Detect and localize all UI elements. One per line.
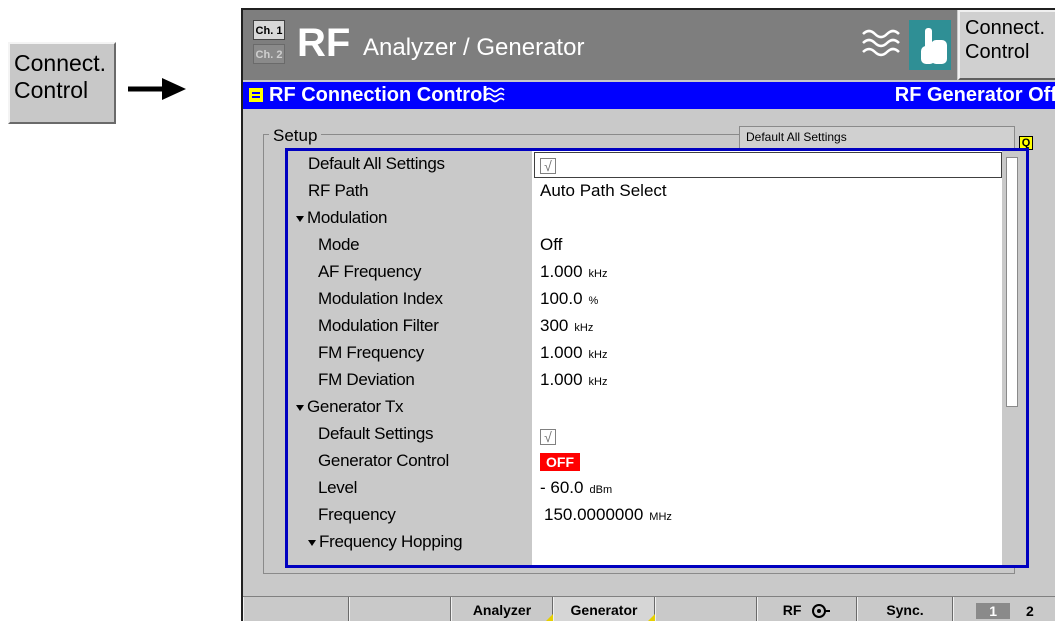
- expand-triangle-icon: [296, 404, 304, 411]
- generator-control-value[interactable]: OFF: [540, 452, 580, 472]
- focus-cursor: [534, 152, 1002, 178]
- modulation-filter-value[interactable]: 300 kHz: [540, 316, 593, 336]
- value-unit: kHz: [588, 268, 608, 280]
- connect-control-softkey[interactable]: Connect. Control: [958, 10, 1055, 80]
- right-arrow-icon: [128, 78, 186, 100]
- tab-label: Sync.: [886, 602, 924, 618]
- tab-label: RF: [782, 602, 802, 618]
- rf-tab[interactable]: RF: [757, 597, 857, 621]
- row-label-default-all-settings: Default All Settings: [308, 154, 445, 173]
- row-label-af-frequency: AF Frequency: [318, 262, 422, 281]
- fm-frequency-value[interactable]: 1.000 kHz: [540, 343, 608, 363]
- row-label-rf-path: RF Path: [308, 181, 369, 200]
- softkey-label-line1: Connect.: [965, 17, 1046, 39]
- rf-path-value[interactable]: Auto Path Select: [540, 181, 667, 201]
- bottom-softkey-bar: Analyzer Generator RF Sync. 1 2: [243, 596, 1055, 621]
- section-label: Generator Tx: [307, 397, 404, 416]
- softkey-blank-1[interactable]: [243, 597, 349, 621]
- value-column: √ Auto Path Select Off 1.000 kHz 100.0% 3…: [532, 151, 1002, 565]
- analyzer-tab[interactable]: Analyzer: [451, 597, 553, 621]
- value-unit: kHz: [588, 349, 608, 361]
- frequency-value[interactable]: 150.0000000 MHz: [544, 505, 672, 525]
- softkey-label-line2: Control: [14, 77, 89, 103]
- channel-2-button[interactable]: Ch. 2: [253, 44, 285, 64]
- instrument-screen: Ch. 1 Ch. 2 RF Analyzer / Generator Conn…: [241, 8, 1055, 621]
- tab-label: Analyzer: [472, 602, 532, 618]
- value-number: 1.000: [540, 343, 583, 362]
- value-unit: %: [588, 295, 599, 307]
- row-label-modulation[interactable]: Modulation: [296, 208, 387, 228]
- vertical-scrollbar[interactable]: [1002, 151, 1026, 565]
- rf-wave-icon: [862, 29, 900, 57]
- expand-triangle-icon: [308, 539, 316, 546]
- page-2-indicator[interactable]: 2: [1026, 598, 1034, 621]
- modulation-index-value[interactable]: 100.0%: [540, 289, 598, 309]
- active-corner-marker: [645, 614, 655, 621]
- softkey-label-line2: Control: [965, 41, 1030, 63]
- panel-title-bar: RF Connection Control RF Generator Off: [243, 82, 1055, 109]
- connect-control-softkey-left[interactable]: Connect. Control: [8, 42, 116, 124]
- tab-label: Generator: [570, 602, 638, 618]
- generator-tab[interactable]: Generator: [553, 597, 655, 621]
- settings-table: Default All Settings RF Path Modulation …: [285, 148, 1029, 568]
- softkey-label-line1: Connect.: [14, 50, 107, 76]
- setup-group-label: Setup: [269, 126, 322, 146]
- rf-wave-small-icon: [485, 87, 505, 103]
- value-number: 1.000: [540, 262, 583, 281]
- generator-status: RF Generator Off: [894, 84, 1055, 106]
- softkey-blank-3[interactable]: [655, 597, 757, 621]
- value-number: 1.000: [540, 370, 583, 389]
- page-selector[interactable]: 1 2: [953, 597, 1055, 621]
- rf-connector-icon: [812, 604, 831, 619]
- off-badge: OFF: [540, 453, 580, 471]
- level-value[interactable]: - 60.0 dBm: [540, 478, 612, 498]
- panel-title: RF Connection Control: [269, 84, 488, 106]
- row-label-generator-control: Generator Control: [318, 451, 449, 470]
- row-label-modulation-index: Modulation Index: [318, 289, 443, 308]
- value-number: - 60.0: [540, 478, 584, 497]
- app-title-sub: Analyzer / Generator: [363, 34, 585, 61]
- row-label-default-settings: Default Settings: [318, 424, 434, 443]
- softkey-blank-2[interactable]: [349, 597, 451, 621]
- af-frequency-value[interactable]: 1.000 kHz: [540, 262, 608, 282]
- channel-1-button[interactable]: Ch. 1: [253, 20, 285, 40]
- row-label-frequency-hopping[interactable]: Frequency Hopping: [308, 532, 463, 552]
- section-label: Frequency Hopping: [319, 532, 463, 551]
- row-label-frequency: Frequency: [318, 505, 396, 524]
- fm-deviation-value[interactable]: 1.000 kHz: [540, 370, 608, 390]
- label-column: Default All Settings RF Path Modulation …: [288, 151, 532, 565]
- app-title-main: RF: [297, 21, 351, 65]
- mode-value[interactable]: Off: [540, 235, 562, 255]
- active-corner-marker: [543, 614, 553, 621]
- default-all-settings-checkbox[interactable]: √: [540, 156, 556, 176]
- hand-pointer-button[interactable]: [909, 20, 951, 70]
- row-label-mode: Mode: [318, 235, 360, 254]
- checkmark-icon: √: [540, 158, 556, 174]
- menu-icon[interactable]: [249, 88, 263, 102]
- section-label: Modulation: [307, 208, 388, 227]
- row-label-generator-tx[interactable]: Generator Tx: [296, 397, 404, 417]
- row-label-modulation-filter: Modulation Filter: [318, 316, 439, 335]
- scrollbar-thumb[interactable]: [1006, 157, 1018, 407]
- value-number: 150.0000000: [544, 505, 644, 524]
- row-label-level: Level: [318, 478, 358, 497]
- page-1-indicator[interactable]: 1: [976, 603, 1011, 620]
- value-number: 100.0: [540, 289, 583, 308]
- value-unit: MHz: [649, 511, 672, 523]
- hand-pointer-icon: [921, 28, 947, 64]
- value-unit: kHz: [588, 376, 608, 388]
- title-bar: Ch. 1 Ch. 2 RF Analyzer / Generator: [243, 10, 957, 80]
- default-settings-checkbox[interactable]: √: [540, 427, 556, 447]
- default-all-settings-button[interactable]: Default All Settings: [739, 126, 1015, 150]
- value-unit: kHz: [574, 322, 594, 334]
- value-number: 300: [540, 316, 569, 335]
- row-label-fm-deviation: FM Deviation: [318, 370, 415, 389]
- value-unit: dBm: [589, 484, 613, 496]
- checkmark-icon: √: [540, 429, 556, 445]
- row-label-fm-frequency: FM Frequency: [318, 343, 424, 362]
- sync-tab[interactable]: Sync.: [857, 597, 953, 621]
- expand-triangle-icon: [296, 215, 304, 222]
